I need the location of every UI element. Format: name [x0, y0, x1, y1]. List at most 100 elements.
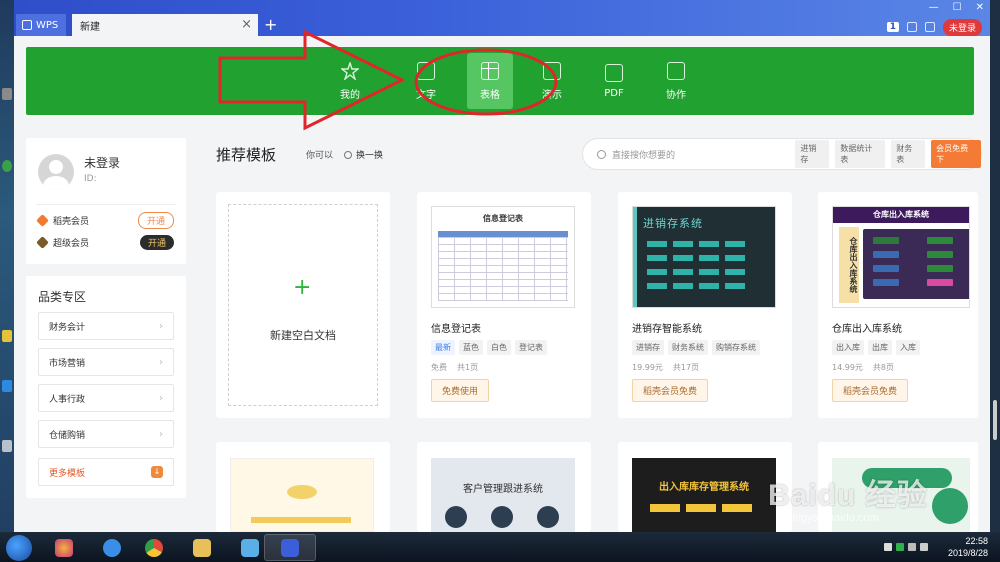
tag[interactable]: 蓝色 [459, 340, 483, 355]
tray-icon[interactable] [884, 543, 892, 551]
thumb-circle [932, 488, 968, 524]
scrollbar-thumb[interactable] [993, 400, 997, 440]
desktop-icon[interactable] [2, 380, 12, 392]
taskbar-chrome[interactable] [128, 534, 180, 561]
refresh-icon [344, 150, 352, 159]
template-thumbnail[interactable]: 出入库库存管理系统 [632, 458, 776, 532]
nav-collab[interactable]: 协作 [646, 47, 706, 115]
taskbar-wps[interactable] [264, 534, 316, 561]
category-item-hr[interactable]: 人事行政 › [38, 384, 174, 412]
thumb-button-row [647, 269, 745, 275]
new-blank-card[interactable]: + 新建空白文档 [216, 192, 390, 418]
member-free-button[interactable]: 稻壳会员免费 [632, 379, 709, 402]
desktop-icon[interactable] [2, 160, 12, 172]
desktop-icon[interactable] [2, 330, 12, 342]
tab-new-document[interactable]: 新建 × [72, 14, 258, 36]
nav-pdf[interactable]: PDF [584, 47, 644, 115]
search-chip[interactable]: 财务表 [891, 140, 926, 168]
nav-presentation[interactable]: 演示 [522, 47, 582, 115]
new-blank-document[interactable]: + 新建空白文档 [228, 204, 378, 406]
category-item-marketing[interactable]: 市场营销 › [38, 348, 174, 376]
open-super-button[interactable]: 开通 [139, 234, 174, 250]
tab-wps-home[interactable]: WPS [16, 14, 66, 36]
wps-icon [281, 538, 299, 557]
refresh-button[interactable]: 换一换 [344, 148, 383, 161]
nav-spreadsheet[interactable]: 表格 [467, 53, 513, 109]
nav-my[interactable]: 我的 [320, 47, 380, 115]
desktop-icon[interactable] [2, 440, 12, 452]
search-chip[interactable]: 数据统计表 [835, 140, 886, 168]
template-card[interactable]: 仓库出入库系统 仓库出入库系统 仓库出入库系统 出入库 出库 入库 14.99元… [818, 192, 978, 418]
member-free-button[interactable]: 稻壳会员免费 [832, 379, 909, 402]
tag[interactable]: 最新 [431, 340, 455, 355]
tag[interactable]: 入库 [896, 340, 920, 355]
tag-list: 最新 蓝色 白色 登记表 [431, 340, 547, 355]
vip-free-chip[interactable]: 会员免费下 [931, 140, 981, 168]
category-item-warehouse[interactable]: 仓储购销 › [38, 420, 174, 448]
category-title: 品类专区 [38, 290, 87, 304]
tag[interactable]: 进销存 [632, 340, 664, 355]
ie-icon [103, 538, 121, 557]
open-daoke-button[interactable]: 开通 [137, 211, 174, 229]
thumb-button-row [650, 504, 752, 512]
power-icon[interactable] [920, 543, 928, 551]
thumb-logo [287, 485, 317, 499]
template-thumbnail[interactable]: 客户管理跟进系统 [431, 458, 575, 532]
folder-icon [193, 538, 211, 557]
tag[interactable]: 白色 [487, 340, 511, 355]
network-icon[interactable] [896, 543, 904, 551]
thumb-title: 进销存系统 [643, 217, 703, 230]
category-label: 仓储购销 [49, 430, 86, 441]
template-card[interactable]: 进销存系统 进销存智能系统 进销存 财务系统 购销存系统 19.99元 共17页… [618, 192, 792, 418]
tag[interactable]: 购销存系统 [712, 340, 760, 355]
category-label: 财务会计 [49, 322, 86, 333]
template-thumbnail[interactable]: 信息登记表 [431, 206, 575, 308]
nav-writer[interactable]: 文字 [396, 47, 456, 115]
start-button[interactable] [6, 535, 32, 561]
clock-time: 22:58 [965, 536, 988, 546]
tag[interactable]: 财务系统 [668, 340, 708, 355]
template-card[interactable]: 信息登记表 信息登记表 最新 蓝色 白色 登记表 免费 共1页 免费使用 [417, 192, 591, 418]
template-thumbnail[interactable]: 仓库出入库系统 仓库出入库系统 [832, 206, 970, 308]
tag[interactable]: 出入库 [832, 340, 864, 355]
titlebar-right: 1 未登录 [886, 0, 990, 36]
template-title[interactable]: 信息登记表 [431, 320, 481, 335]
template-title[interactable]: 进销存智能系统 [632, 320, 702, 335]
baidu-watermark: Baidu 经验 [768, 479, 928, 512]
tag[interactable]: 出库 [868, 340, 892, 355]
template-card[interactable]: 出入库库存管理系统 [618, 442, 792, 532]
template-card[interactable] [216, 442, 390, 532]
template-title[interactable]: 仓库出入库系统 [832, 320, 902, 335]
category-panel: 品类专区 财务会计 › 市场营销 › 人事行政 › 仓储购销 › 更多模板 ↓ [26, 276, 186, 498]
shirt-icon[interactable] [924, 22, 935, 32]
wps-window: WPS 新建 × + — ☐ ✕ 1 未登录 我的 文字 表格 演示 PDF 协… [14, 0, 990, 532]
search-bar[interactable]: 直接搜你想要的 进销存 数据统计表 财务表 会员免费下 [582, 138, 982, 170]
price: 免费 [431, 363, 447, 372]
desktop-icon[interactable] [2, 88, 12, 100]
login-button[interactable]: 未登录 [942, 18, 982, 36]
thumb-circle [491, 506, 513, 528]
use-template-button[interactable]: 免费使用 [431, 379, 490, 402]
add-tab-button[interactable]: + [264, 15, 277, 34]
template-thumbnail[interactable]: 进销存系统 [632, 206, 776, 308]
badge-count[interactable]: 1 [886, 22, 899, 32]
template-thumbnail[interactable] [230, 458, 374, 532]
volume-icon[interactable] [908, 543, 916, 551]
nav-banner: 我的 文字 表格 演示 PDF 协作 [26, 47, 974, 115]
taskbar-app[interactable] [38, 534, 90, 561]
avatar[interactable] [38, 154, 74, 190]
tag[interactable]: 登记表 [515, 340, 547, 355]
taskbar-explorer[interactable] [176, 534, 228, 561]
search-input[interactable]: 直接搜你想要的 [612, 148, 771, 161]
skin-icon[interactable] [906, 22, 917, 32]
more-templates-button[interactable]: 更多模板 ↓ [38, 458, 174, 486]
close-icon[interactable]: × [241, 17, 252, 32]
search-chip[interactable]: 进销存 [795, 140, 830, 168]
thumb-circle [537, 506, 559, 528]
price: 19.99元 [632, 363, 663, 372]
system-clock[interactable]: 22:58 2019/8/28 [948, 535, 988, 559]
accent-strip [633, 207, 637, 307]
user-name[interactable]: 未登录 [84, 154, 120, 171]
template-card[interactable]: 客户管理跟进系统 [417, 442, 591, 532]
category-item-finance[interactable]: 财务会计 › [38, 312, 174, 340]
